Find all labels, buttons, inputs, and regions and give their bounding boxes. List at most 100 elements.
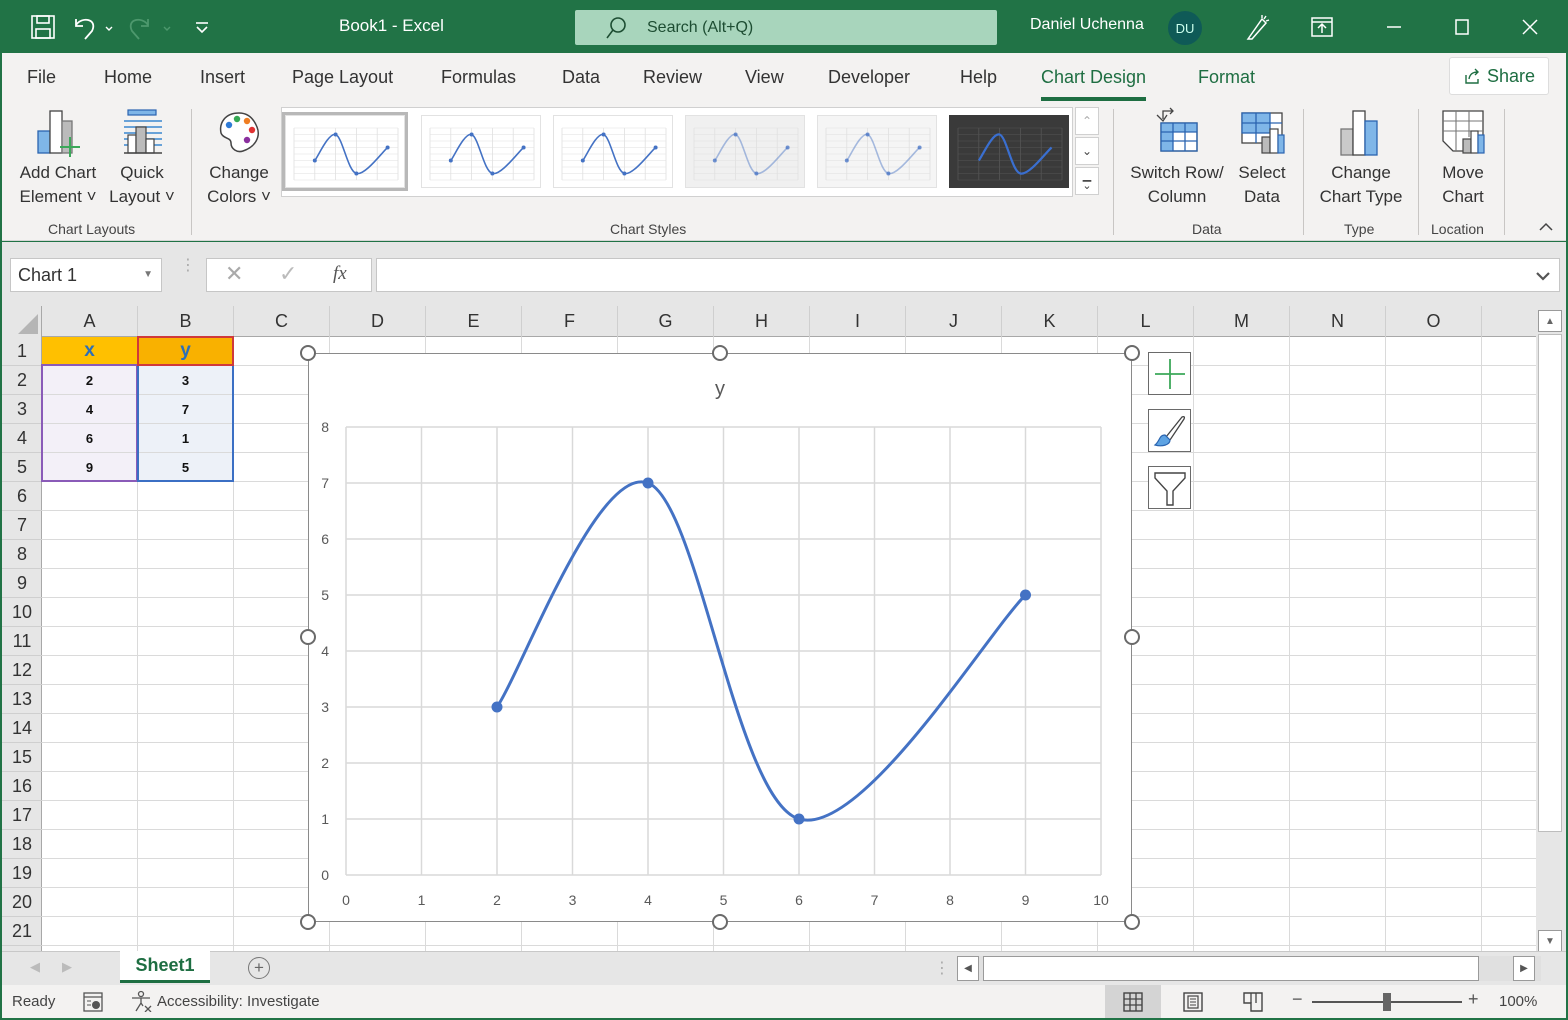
sheet-tab-sheet1[interactable]: Sheet1 <box>120 951 210 983</box>
tab-developer[interactable]: Developer <box>828 67 910 88</box>
column-header-b[interactable]: B <box>138 306 234 337</box>
change-chart-type-button[interactable]: Change Chart Type <box>1312 107 1410 209</box>
chart[interactable]: y 0 1 2 3 4 5 6 7 8 0 1 2 3 4 5 6 7 8 9 10 <box>308 353 1132 922</box>
chart-style-5[interactable] <box>817 115 937 188</box>
chart-styles-button[interactable] <box>1148 409 1191 452</box>
chart-elements-button[interactable] <box>1148 352 1191 395</box>
tab-file[interactable]: File <box>27 67 56 88</box>
column-header-n[interactable]: N <box>1290 306 1386 337</box>
chart-style-3[interactable] <box>553 115 673 188</box>
gallery-more-button[interactable]: ▁ ⌄ <box>1075 167 1099 195</box>
resize-handle-top-left[interactable] <box>300 345 316 361</box>
row-header-21[interactable]: 21 <box>2 917 42 946</box>
select-data-button[interactable]: Select Data <box>1232 107 1292 209</box>
column-header-a[interactable]: A <box>42 306 138 337</box>
data-cell[interactable]: 7 <box>138 395 233 423</box>
data-cell[interactable]: 9 <box>42 453 137 481</box>
redo-button[interactable] <box>126 12 176 42</box>
macro-recorder-button[interactable] <box>82 991 104 1017</box>
accessibility-checker-button[interactable] <box>130 990 152 1016</box>
formula-bar-grip[interactable]: ⋮ <box>180 258 196 274</box>
row-header-10[interactable]: 10 <box>2 598 42 627</box>
share-button[interactable]: Share <box>1449 57 1549 95</box>
column-header-i[interactable]: I <box>810 306 906 337</box>
chart-style-2[interactable] <box>421 115 541 188</box>
resize-handle-top[interactable] <box>712 345 728 361</box>
coauthoring-button[interactable] <box>1236 10 1276 44</box>
row-header-19[interactable]: 19 <box>2 859 42 888</box>
avatar[interactable]: DU <box>1168 11 1202 45</box>
zoom-in-button[interactable]: + <box>1468 989 1479 1010</box>
row-header-8[interactable]: 8 <box>2 540 42 569</box>
row-header-20[interactable]: 20 <box>2 888 42 917</box>
normal-view-button[interactable] <box>1105 985 1161 1018</box>
page-break-preview-button[interactable] <box>1225 985 1281 1018</box>
row-header-11[interactable]: 11 <box>2 627 42 656</box>
resize-handle-bottom-left[interactable] <box>300 914 316 930</box>
dropdown-icon[interactable]: ▼ <box>143 259 153 291</box>
next-sheet-icon[interactable]: ▶ <box>62 959 72 975</box>
accessibility-status[interactable]: Accessibility: Investigate <box>157 993 320 1010</box>
row-header-14[interactable]: 14 <box>2 714 42 743</box>
close-button[interactable] <box>1510 10 1550 44</box>
chart-style-4[interactable] <box>685 115 805 188</box>
search-box[interactable]: Search (Alt+Q) <box>575 10 997 45</box>
enter-icon[interactable]: ✓ <box>279 261 297 287</box>
resize-handle-bottom-right[interactable] <box>1124 914 1140 930</box>
chart-style-6[interactable] <box>949 115 1069 188</box>
row-header-4[interactable]: 4 <box>2 424 42 453</box>
resize-handle-top-right[interactable] <box>1124 345 1140 361</box>
row-header-15[interactable]: 15 <box>2 743 42 772</box>
horizontal-scrollbar[interactable]: ◀ ▶ <box>957 956 1541 981</box>
column-header-d[interactable]: D <box>330 306 426 337</box>
data-cell[interactable]: 5 <box>138 453 233 481</box>
column-header-e[interactable]: E <box>426 306 522 337</box>
add-sheet-button[interactable]: + <box>248 957 270 979</box>
page-layout-view-button[interactable] <box>1165 985 1221 1018</box>
tab-insert[interactable]: Insert <box>200 67 245 88</box>
customize-quick-access-button[interactable] <box>190 12 214 42</box>
row-header-17[interactable]: 17 <box>2 801 42 830</box>
tab-home[interactable]: Home <box>104 67 152 88</box>
row-header-18[interactable]: 18 <box>2 830 42 859</box>
zoom-level[interactable]: 100% <box>1499 993 1537 1010</box>
resize-handle-right[interactable] <box>1124 629 1140 645</box>
row-header-3[interactable]: 3 <box>2 395 42 424</box>
scroll-up-button[interactable]: ▲ <box>1538 310 1562 332</box>
data-cell[interactable]: 6 <box>42 424 137 452</box>
row-header-6[interactable]: 6 <box>2 482 42 511</box>
zoom-slider[interactable] <box>1312 993 1462 1011</box>
row-header-2[interactable]: 2 <box>2 366 42 395</box>
data-point[interactable] <box>642 477 654 489</box>
chart-title[interactable]: y <box>715 378 725 400</box>
prev-sheet-icon[interactable]: ◀ <box>30 959 40 975</box>
save-button[interactable] <box>28 12 58 42</box>
zoom-out-button[interactable]: − <box>1292 989 1303 1010</box>
scroll-right-button[interactable]: ▶ <box>1513 956 1535 981</box>
select-all-button[interactable] <box>2 306 42 337</box>
resize-handle-left[interactable] <box>300 629 316 645</box>
tab-page-layout[interactable]: Page Layout <box>292 67 393 88</box>
column-header-m[interactable]: M <box>1194 306 1290 337</box>
column-header-c[interactable]: C <box>234 306 330 337</box>
column-header-j[interactable]: J <box>906 306 1002 337</box>
row-header-13[interactable]: 13 <box>2 685 42 714</box>
data-cell[interactable]: 2 <box>42 366 137 394</box>
tab-data[interactable]: Data <box>562 67 600 88</box>
data-cell[interactable]: 1 <box>138 424 233 452</box>
row-header-16[interactable]: 16 <box>2 772 42 801</box>
gallery-scroll-down-button[interactable]: ⌄ <box>1075 137 1099 165</box>
vertical-scrollbar[interactable]: ▲ ▼ <box>1536 306 1566 952</box>
change-colors-button[interactable]: Change Colors ˅ <box>200 107 278 209</box>
column-header-h[interactable]: H <box>714 306 810 337</box>
column-header-f[interactable]: F <box>522 306 618 337</box>
tab-view[interactable]: View <box>745 67 784 88</box>
data-point[interactable] <box>793 813 805 825</box>
row-header-5[interactable]: 5 <box>2 453 42 482</box>
cancel-icon[interactable]: ✕ <box>225 261 243 287</box>
column-header-g[interactable]: G <box>618 306 714 337</box>
data-point[interactable] <box>491 701 503 713</box>
tab-chart-design[interactable]: Chart Design <box>1041 67 1147 101</box>
add-chart-element-button[interactable]: Add Chart Element ˅ <box>14 107 102 209</box>
tab-help[interactable]: Help <box>960 67 997 88</box>
